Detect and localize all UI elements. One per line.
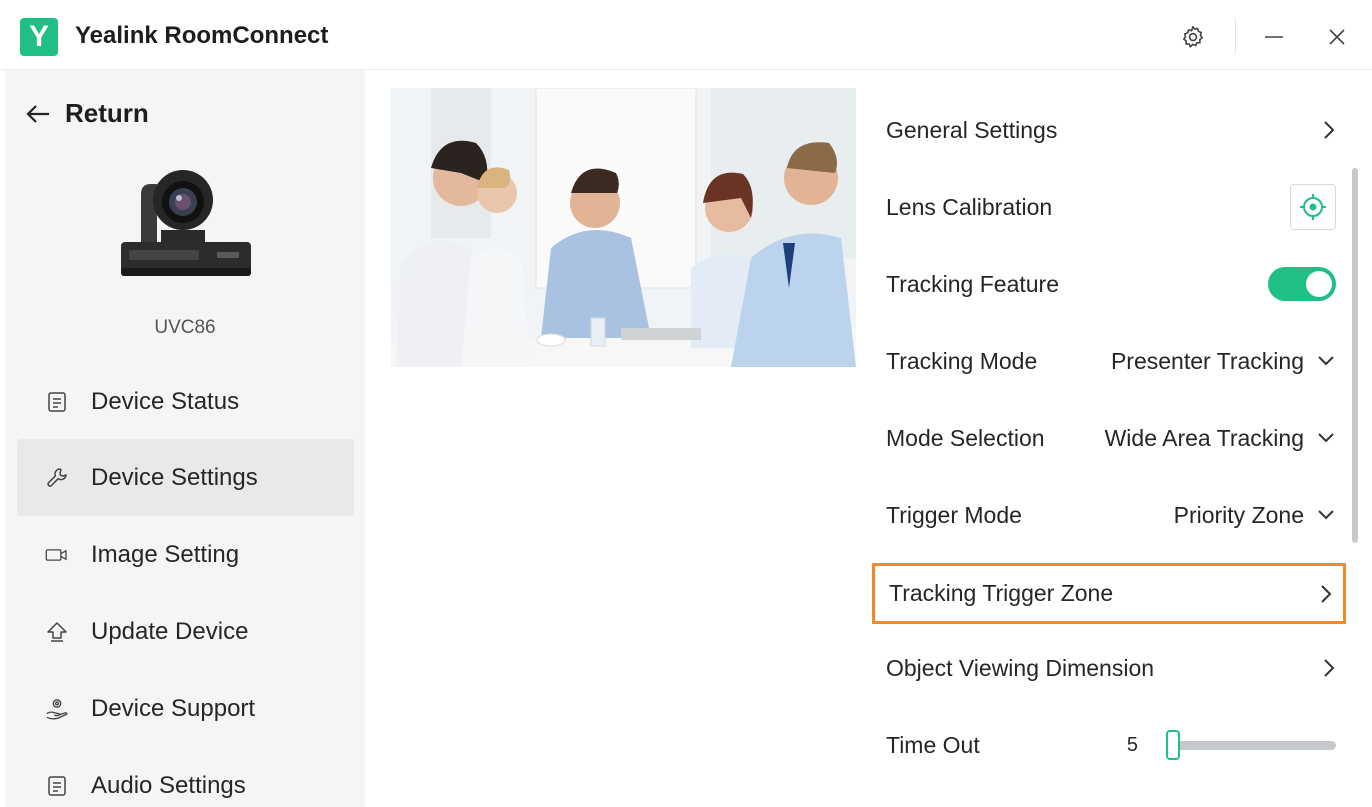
sidebar-item-label: Device Settings (91, 463, 258, 491)
gear-icon (1182, 25, 1204, 48)
meeting-photo (391, 88, 856, 367)
sidebar-item-label: Update Device (91, 617, 249, 645)
chevron-down-icon (1318, 433, 1334, 443)
tracking-feature-toggle[interactable] (1268, 267, 1336, 301)
general-settings-row[interactable]: General Settings (872, 94, 1346, 166)
document-icon (45, 390, 69, 414)
lens-calibration-label: Lens Calibration (886, 193, 1053, 220)
trigger-mode-label: Trigger Mode (886, 501, 1022, 528)
upload-icon (45, 620, 69, 644)
chevron-right-icon (1324, 121, 1335, 139)
sidebar-item-label: Image Setting (91, 540, 240, 568)
tracking-feature-row: Tracking Feature (872, 248, 1346, 320)
chevron-down-icon (1318, 356, 1334, 366)
return-label: Return (65, 98, 149, 128)
close-button[interactable] (1320, 20, 1354, 54)
document-icon (45, 774, 69, 798)
sidebar-item-device-settings[interactable]: Device Settings (17, 439, 354, 516)
settings-button[interactable] (1176, 20, 1210, 54)
tracking-mode-select[interactable]: Presenter Tracking (1111, 348, 1336, 375)
sidebar: Return UVC86 Device Status Device Settin… (5, 70, 365, 807)
tracking-trigger-zone-label: Tracking Trigger Zone (889, 580, 1114, 606)
camera-icon (45, 543, 69, 567)
app-title: Yealink RoomConnect (75, 22, 329, 49)
toggle-knob (1306, 271, 1332, 297)
wrench-icon (45, 466, 69, 490)
mode-selection-label: Mode Selection (886, 424, 1045, 451)
title-bar: Y Yealink RoomConnect (0, 0, 1372, 70)
sidebar-item-update-device[interactable]: Update Device (17, 593, 354, 670)
trigger-mode-select[interactable]: Priority Zone (1174, 502, 1336, 529)
support-icon (45, 697, 69, 721)
return-button[interactable]: Return (25, 98, 149, 129)
mode-selection-row[interactable]: Mode Selection Wide Area Tracking (872, 402, 1346, 474)
time-out-row: Time Out 5 (872, 709, 1346, 781)
sidebar-item-image-setting[interactable]: Image Setting (17, 516, 354, 593)
tracking-feature-label: Tracking Feature (886, 270, 1059, 297)
app-logo: Y (20, 18, 58, 56)
lens-calibration-button[interactable] (1290, 184, 1336, 230)
sidebar-item-audio-settings[interactable]: Audio Settings (17, 747, 354, 807)
chevron-down-icon (1318, 510, 1334, 520)
tracking-mode-value: Presenter Tracking (1110, 347, 1304, 374)
sidebar-item-label: Audio Settings (91, 771, 246, 799)
titlebar-divider (1235, 18, 1236, 54)
general-settings-label: General Settings (886, 116, 1058, 143)
tracking-mode-label: Tracking Mode (886, 347, 1038, 374)
chevron-right-icon (1324, 659, 1335, 677)
slider-track (1166, 741, 1336, 750)
close-icon (1329, 29, 1345, 45)
tracking-trigger-zone-row[interactable]: Tracking Trigger Zone (872, 563, 1346, 624)
camera-preview (391, 88, 856, 367)
time-out-value: 5 (1126, 733, 1138, 756)
device-name: UVC86 (154, 317, 216, 338)
sidebar-item-label: Device Support (91, 694, 256, 722)
mode-selection-select[interactable]: Wide Area Tracking (1105, 425, 1336, 452)
settings-panel: General Settings Lens Calibration Tracki… (872, 92, 1350, 807)
time-out-control: 5 (1127, 730, 1336, 760)
arrow-left-icon (26, 104, 49, 123)
object-viewing-dimension-label: Object Viewing Dimension (886, 654, 1155, 681)
tracking-mode-row[interactable]: Tracking Mode Presenter Tracking (872, 325, 1346, 397)
time-out-slider[interactable] (1166, 730, 1336, 760)
sidebar-item-device-support[interactable]: Device Support (17, 670, 354, 747)
lens-calibration-row: Lens Calibration (872, 171, 1346, 243)
trigger-mode-value: Priority Zone (1173, 501, 1304, 528)
time-out-label: Time Out (886, 731, 980, 758)
object-viewing-dimension-row[interactable]: Object Viewing Dimension (872, 632, 1346, 704)
chevron-right-icon (1321, 584, 1332, 603)
sidebar-item-device-status[interactable]: Device Status (17, 363, 354, 440)
mode-selection-value: Wide Area Tracking (1104, 424, 1304, 451)
trigger-mode-row[interactable]: Trigger Mode Priority Zone (872, 479, 1346, 551)
minimize-icon (1265, 36, 1283, 38)
sidebar-item-label: Device Status (91, 387, 240, 415)
slider-thumb[interactable] (1166, 730, 1180, 760)
minimize-button[interactable] (1257, 20, 1291, 54)
settings-scrollbar[interactable] (1352, 168, 1358, 543)
ptz-camera-image (121, 170, 251, 276)
crosshair-icon (1300, 194, 1326, 220)
